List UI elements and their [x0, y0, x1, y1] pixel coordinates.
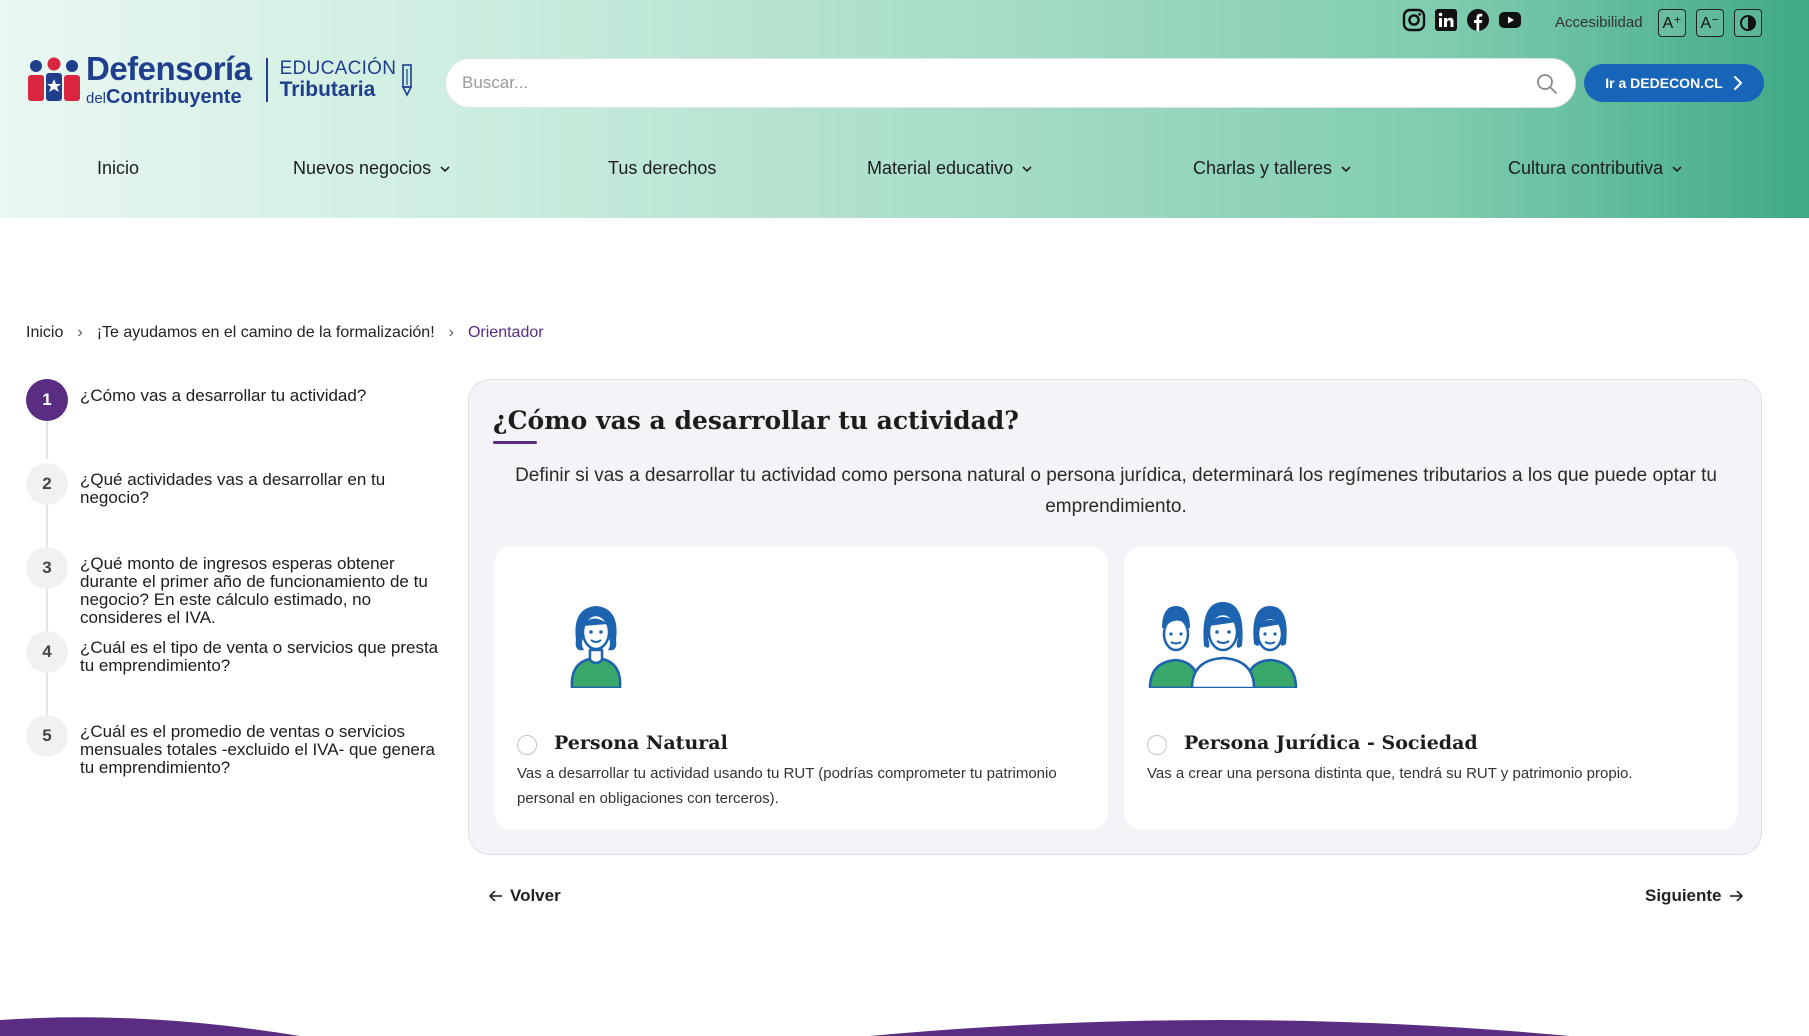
step-number: 1	[26, 379, 68, 421]
breadcrumb-link-inicio[interactable]: Inicio	[26, 324, 63, 342]
site-logo[interactable]: Defensoría delContribuyente EDUCACIÓN Tr…	[26, 52, 413, 107]
chevron-down-icon	[1341, 165, 1351, 172]
font-increase-button[interactable]: A⁺	[1658, 9, 1686, 37]
option-persona-juridica[interactable]: Persona Jurídica - Sociedad Vas a crear …	[1124, 546, 1738, 830]
logo-educacion: EDUCACIÓN	[279, 58, 397, 79]
nav-item-inicio[interactable]: Inicio	[97, 158, 139, 179]
back-button[interactable]: Volver	[488, 886, 561, 906]
breadcrumb-link-formalizacion[interactable]: ¡Te ayudamos en el camino de la formaliz…	[97, 324, 435, 342]
youtube-icon[interactable]	[1498, 8, 1522, 32]
step-label: ¿Qué actividades vas a desarrollar en tu…	[80, 470, 386, 507]
step-number: 3	[26, 547, 68, 589]
facebook-icon[interactable]	[1466, 8, 1490, 32]
stepper-connector	[46, 673, 48, 715]
group-illustration-icon	[1148, 602, 1298, 688]
logo-tributaria: Tributaria	[279, 78, 376, 101]
chevron-down-icon	[440, 165, 450, 172]
dedecon-button[interactable]: Ir a DEDECON.CL	[1584, 64, 1764, 102]
search-icon[interactable]	[1535, 72, 1559, 96]
question-card: ¿Cómo vas a desarrollar tu actividad? De…	[468, 379, 1762, 855]
nav-item-label: Charlas y talleres	[1193, 158, 1333, 178]
font-decrease-button[interactable]: A⁻	[1696, 9, 1724, 37]
step-label: ¿Qué monto de ingresos esperas obtener d…	[80, 554, 428, 627]
defensoria-logo-icon	[28, 57, 80, 101]
step-label: ¿Cuál es el tipo de venta o servicios qu…	[80, 638, 439, 675]
nav-item-label: Tus derechos	[608, 158, 717, 178]
search-bar	[445, 58, 1576, 108]
option-persona-natural[interactable]: Persona Natural Vas a desarrollar tu act…	[494, 546, 1108, 830]
arrow-right-icon	[1729, 890, 1743, 902]
footer-decoration	[0, 1017, 1570, 1036]
option-title: Persona Natural	[554, 732, 728, 754]
stepper-connector	[46, 505, 48, 547]
nav-item-label: Nuevos negocios	[293, 158, 432, 178]
step-number: 4	[26, 631, 68, 673]
logo-divider	[265, 57, 268, 102]
accessibility-label: Accesibilidad	[1555, 14, 1643, 31]
search-input[interactable]	[462, 59, 1512, 107]
step-number: 5	[26, 715, 68, 757]
contrast-button[interactable]	[1734, 9, 1762, 37]
next-button-label: Siguiente	[1645, 886, 1722, 905]
step-label: ¿Cómo vas a desarrollar tu actividad?	[80, 386, 367, 405]
nav-item-label: Inicio	[97, 158, 140, 178]
breadcrumb-separator-icon: ›	[77, 324, 83, 341]
logo-subtitle: Contribuyente	[106, 86, 242, 108]
chevron-down-icon	[1022, 165, 1032, 172]
nav-item-cultura-contributiva[interactable]: Cultura contributiva	[1508, 158, 1683, 179]
contrast-icon	[1740, 15, 1756, 31]
main-nav: Inicio Nuevos negocios Tus derechos Mate…	[0, 158, 1809, 188]
person-illustration-icon	[570, 606, 622, 688]
question-title: ¿Cómo vas a desarrollar tu actividad?	[493, 406, 1019, 435]
site-header: Defensoría delContribuyente EDUCACIÓN Tr…	[0, 0, 1809, 218]
stepper-connector	[46, 421, 48, 459]
breadcrumb: Inicio › ¡Te ayudamos en el camino de la…	[26, 324, 544, 342]
nav-item-material-educativo[interactable]: Material educativo	[867, 158, 1033, 179]
social-links	[1402, 8, 1522, 32]
breadcrumb-current: Orientador	[467, 324, 544, 341]
title-underline	[493, 441, 537, 444]
option-title: Persona Jurídica - Sociedad	[1184, 732, 1478, 754]
nav-item-nuevos-negocios[interactable]: Nuevos negocios	[293, 158, 451, 179]
arrow-left-icon	[488, 890, 502, 902]
nav-item-label: Cultura contributiva	[1508, 158, 1664, 178]
step-label: ¿Cuál es el promedio de ventas o servici…	[80, 722, 435, 777]
instagram-icon[interactable]	[1402, 8, 1426, 32]
persona-natural-radio[interactable]	[517, 735, 537, 755]
option-description: Vas a crear una persona distinta que, te…	[1147, 765, 1633, 782]
nav-item-tus-derechos[interactable]: Tus derechos	[608, 158, 716, 179]
logo-del: del	[86, 90, 107, 107]
logo-title: Defensoría	[86, 50, 252, 87]
nav-item-label: Material educativo	[867, 158, 1014, 178]
dedecon-button-label: Ir a DEDECON.CL	[1605, 75, 1723, 91]
stepper-connector	[46, 589, 48, 631]
chevron-right-icon	[1733, 76, 1742, 90]
linkedin-icon[interactable]	[1434, 8, 1458, 32]
question-description: Definir si vas a desarrollar tu activida…	[515, 465, 1717, 517]
step-number: 2	[26, 463, 68, 505]
breadcrumb-separator-icon: ›	[448, 324, 454, 341]
nav-item-charlas-talleres[interactable]: Charlas y talleres	[1193, 158, 1352, 179]
back-button-label: Volver	[510, 886, 561, 905]
next-button[interactable]: Siguiente	[1645, 886, 1744, 906]
option-description: Vas a desarrollar tu actividad usando tu…	[517, 765, 1057, 807]
pencil-icon	[401, 63, 413, 97]
chevron-down-icon	[1672, 165, 1682, 172]
persona-juridica-radio[interactable]	[1147, 735, 1167, 755]
